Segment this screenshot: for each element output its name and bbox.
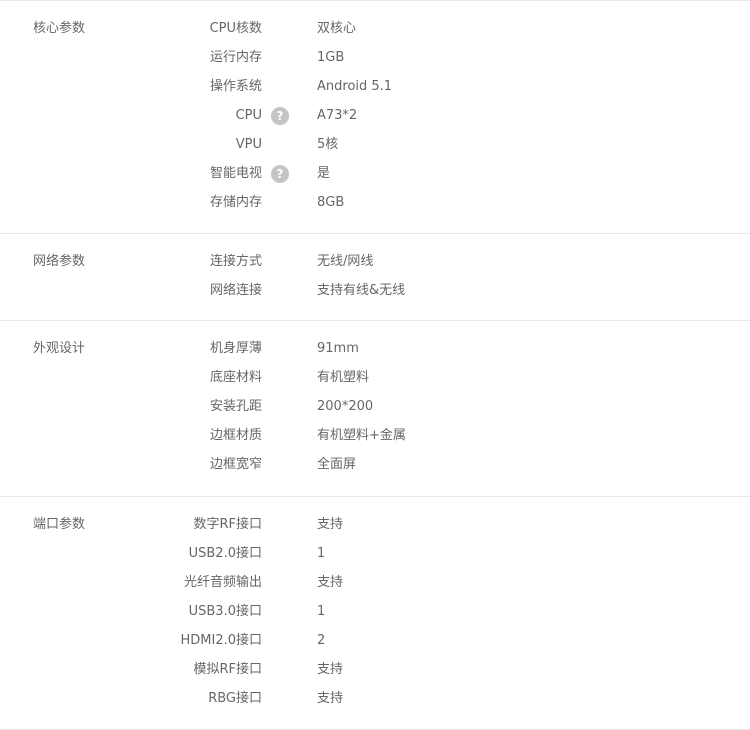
spec-label-cell: 底座材料 (210, 367, 262, 389)
spec-value: Android 5.1 (317, 79, 393, 94)
spec-label: 操作系统 (209, 79, 262, 94)
spec-label: 边框宽窄 (209, 457, 262, 472)
spec-table: 核心参数 CPU核数 双核心 运行内存 1GB 操作系统 Android 5.1 CPU? A7… (0, 0, 750, 730)
spec-section: 端口参数 数字RF接口 支持 USB2.0接口 1 光纤音频输出 支持 USB3.0接口 1 HD… (0, 497, 750, 729)
spec-label: 智能电视 (209, 166, 262, 181)
spec-value: 无线/网线 (317, 254, 374, 269)
spec-value: 1GB (317, 50, 345, 65)
spec-row: 边框材质 有机塑料+金属 (0, 425, 750, 454)
spec-row: 边框宽窄 全面屏 (0, 454, 750, 483)
spec-label: 连接方式 (209, 254, 262, 269)
spec-row: 数字RF接口 支持 (0, 514, 750, 543)
spec-label-cell: VPU (236, 134, 262, 156)
spec-row: HDMI2.0接口 2 (0, 630, 750, 659)
spec-label-cell: 操作系统 (210, 76, 262, 98)
spec-label-cell: USB2.0接口 (189, 543, 262, 565)
spec-value: 是 (317, 166, 331, 181)
spec-label-cell: HDMI2.0接口 (180, 630, 262, 652)
spec-label: 机身厚薄 (209, 341, 262, 356)
spec-value: 支持 (317, 691, 344, 706)
help-icon[interactable]: ? (271, 107, 289, 125)
spec-row: 底座材料 有机塑料 (0, 367, 750, 396)
spec-row: 操作系统 Android 5.1 (0, 76, 750, 105)
spec-value: 双核心 (317, 21, 357, 36)
spec-label-cell: USB3.0接口 (189, 601, 262, 623)
spec-label: RBG接口 (208, 691, 262, 706)
spec-value: 支持 (317, 517, 344, 532)
spec-row: 光纤音频输出 支持 (0, 572, 750, 601)
spec-section: 核心参数 CPU核数 双核心 运行内存 1GB 操作系统 Android 5.1 CPU? A7… (0, 1, 750, 233)
spec-row: CPU核数 双核心 (0, 18, 750, 47)
spec-value: A73*2 (317, 108, 358, 123)
spec-label: CPU (235, 108, 262, 123)
spec-section: 外观设计 机身厚薄 91mm 底座材料 有机塑料 安装孔距 200*200 边框材质 有机塑料+… (0, 321, 750, 496)
help-icon[interactable]: ? (271, 165, 289, 183)
spec-value: 8GB (317, 195, 345, 210)
spec-label-cell: 边框材质 (210, 425, 262, 447)
spec-label: 光纤音频输出 (183, 575, 262, 590)
spec-label: 运行内存 (209, 50, 262, 65)
spec-value: 2 (317, 633, 326, 648)
spec-value: 有机塑料 (317, 370, 370, 385)
spec-row: 存储内存 8GB (0, 192, 750, 221)
spec-label: 数字RF接口 (193, 517, 262, 532)
spec-value: 200*200 (317, 399, 374, 414)
spec-row: VPU 5核 (0, 134, 750, 163)
spec-section: 网络参数 连接方式 无线/网线 网络连接 支持有线&无线 (0, 234, 750, 320)
spec-label-cell: 模拟RF接口 (193, 659, 262, 681)
spec-label: HDMI2.0接口 (180, 633, 262, 648)
spec-row: 智能电视? 是 (0, 163, 750, 192)
spec-row: 机身厚薄 91mm (0, 338, 750, 367)
spec-value: 支持 (317, 662, 344, 677)
spec-label: 底座材料 (209, 370, 262, 385)
spec-row: 网络连接 支持有线&无线 (0, 280, 750, 309)
spec-row: RBG接口 支持 (0, 688, 750, 717)
spec-value: 1 (317, 604, 326, 619)
spec-row: 运行内存 1GB (0, 47, 750, 76)
spec-row: USB2.0接口 1 (0, 543, 750, 572)
spec-label-cell: CPU核数 (210, 18, 262, 40)
spec-label: 存储内存 (209, 195, 262, 210)
spec-value: 有机塑料+金属 (317, 428, 406, 443)
spec-label-cell: 连接方式 (210, 251, 262, 273)
spec-label-cell: 存储内存 (210, 192, 262, 214)
spec-value: 5核 (317, 137, 339, 152)
spec-value: 支持有线&无线 (317, 283, 406, 298)
spec-label-cell: 网络连接 (210, 280, 262, 302)
spec-label-cell: 机身厚薄 (210, 338, 262, 360)
spec-value: 91mm (317, 341, 359, 356)
spec-value: 全面屏 (317, 457, 357, 472)
spec-label: 模拟RF接口 (193, 662, 262, 677)
spec-label: CPU核数 (209, 21, 262, 36)
spec-row: CPU? A73*2 (0, 105, 750, 134)
spec-label-cell: RBG接口 (208, 688, 262, 710)
spec-label-cell: 边框宽窄 (210, 454, 262, 476)
spec-label: USB3.0接口 (188, 604, 262, 619)
spec-label-cell: 运行内存 (210, 47, 262, 69)
spec-value: 1 (317, 546, 326, 561)
spec-label-cell: 光纤音频输出 (184, 572, 262, 594)
spec-label: VPU (235, 137, 262, 152)
spec-label: 安装孔距 (209, 399, 262, 414)
spec-label: USB2.0接口 (188, 546, 262, 561)
spec-label-cell: 数字RF接口 (193, 514, 262, 536)
spec-label-cell: 安装孔距 (210, 396, 262, 418)
spec-row: 模拟RF接口 支持 (0, 659, 750, 688)
spec-row: 连接方式 无线/网线 (0, 251, 750, 280)
spec-row: USB3.0接口 1 (0, 601, 750, 630)
spec-value: 支持 (317, 575, 344, 590)
spec-label: 网络连接 (209, 283, 262, 298)
spec-label-cell: 智能电视 (210, 163, 262, 185)
spec-label-cell: CPU (236, 105, 262, 127)
spec-label: 边框材质 (209, 428, 262, 443)
spec-row: 安装孔距 200*200 (0, 396, 750, 425)
